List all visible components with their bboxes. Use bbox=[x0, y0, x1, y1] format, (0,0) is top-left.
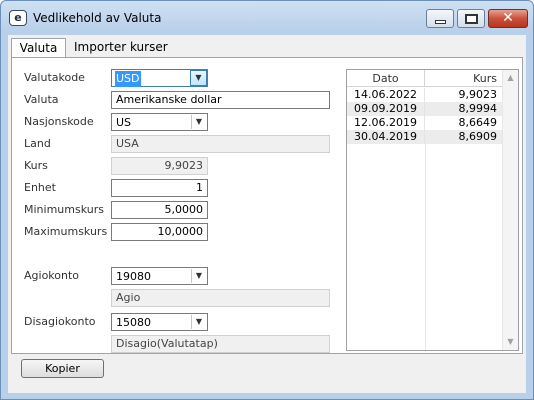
cell-kurs: 9,9023 bbox=[458, 88, 498, 101]
cell-kurs: 8,6649 bbox=[458, 116, 498, 129]
cell-kurs: 8,9994 bbox=[458, 102, 498, 115]
column-header-dato[interactable]: Dato bbox=[347, 70, 425, 87]
table-row[interactable]: 12.06.2019 8,6649 bbox=[347, 116, 502, 130]
chevron-down-icon[interactable]: ▼ bbox=[191, 115, 206, 129]
tab-valuta[interactable]: Valuta bbox=[11, 38, 66, 58]
tab-importer-kurser[interactable]: Importer kurser bbox=[68, 38, 174, 58]
minimize-icon bbox=[435, 20, 446, 24]
title-bar[interactable]: e Vedlikehold av Valuta ✕ bbox=[1, 1, 533, 33]
land-label: Land bbox=[24, 137, 51, 150]
scroll-up-icon[interactable]: ▲ bbox=[503, 70, 518, 86]
minimumskurs-label: Minimumskurs bbox=[24, 203, 104, 216]
grid-header: Dato Kurs bbox=[347, 70, 502, 87]
valutakode-value: USD bbox=[115, 71, 141, 87]
table-row[interactable]: 09.09.2019 8,9994 bbox=[347, 102, 502, 116]
disagiokonto-value: 15080 bbox=[116, 316, 151, 329]
minimize-button[interactable] bbox=[426, 9, 454, 28]
column-header-kurs[interactable]: Kurs bbox=[425, 70, 502, 87]
valutakode-combo[interactable]: USD ▼ bbox=[111, 69, 208, 87]
agiokonto-description: Agio bbox=[111, 289, 330, 307]
agiokonto-value: 19080 bbox=[116, 270, 151, 283]
cell-dato: 09.09.2019 bbox=[347, 102, 425, 116]
window-client-area: Valuta Importer kurser Valutakode USD ▼ … bbox=[8, 35, 526, 393]
disagiokonto-label: Disagiokonto bbox=[24, 315, 96, 328]
exchange-rate-grid[interactable]: Dato Kurs 14.06.2022 9,9023 09.09.2019 8… bbox=[346, 69, 519, 351]
land-field: USA bbox=[111, 135, 330, 153]
kurs-label: Kurs bbox=[24, 159, 48, 172]
currency-maintenance-window: e Vedlikehold av Valuta ✕ Valuta Importe… bbox=[0, 0, 534, 400]
chevron-down-icon[interactable]: ▼ bbox=[191, 269, 206, 283]
chevron-down-icon[interactable]: ▼ bbox=[190, 70, 207, 86]
maximize-icon bbox=[465, 14, 478, 24]
enhet-input[interactable]: 1 bbox=[111, 179, 208, 197]
nasjonskode-label: Nasjonskode bbox=[24, 115, 94, 128]
valutakode-label: Valutakode bbox=[24, 71, 85, 84]
minimumskurs-input[interactable]: 5,0000 bbox=[111, 201, 208, 219]
valuta-input[interactable]: Amerikanske dollar bbox=[111, 91, 330, 109]
kopier-button[interactable]: Kopier bbox=[21, 359, 104, 378]
cell-dato: 12.06.2019 bbox=[347, 116, 425, 130]
column-divider bbox=[425, 138, 426, 350]
agiokonto-combo[interactable]: 19080 ▼ bbox=[111, 267, 208, 285]
close-icon: ✕ bbox=[502, 10, 514, 26]
cell-dato: 30.04.2019 bbox=[347, 130, 425, 144]
app-icon: e bbox=[9, 10, 27, 26]
valuta-tab-panel: Valutakode USD ▼ Valuta Amerikanske doll… bbox=[11, 57, 523, 354]
window-title: Vedlikehold av Valuta bbox=[33, 11, 162, 25]
maximize-button[interactable] bbox=[457, 9, 485, 28]
chevron-down-icon[interactable]: ▼ bbox=[191, 315, 206, 329]
nasjonskode-value: US bbox=[116, 116, 132, 129]
nasjonskode-combo[interactable]: US ▼ bbox=[111, 113, 208, 131]
cell-kurs: 8,6909 bbox=[458, 130, 498, 143]
scroll-down-icon[interactable]: ▼ bbox=[503, 334, 518, 350]
agiokonto-label: Agiokonto bbox=[24, 269, 80, 282]
valuta-label: Valuta bbox=[24, 93, 59, 106]
grid-vertical-scrollbar[interactable]: ▲ ▼ bbox=[502, 70, 518, 350]
enhet-label: Enhet bbox=[24, 181, 56, 194]
maximumskurs-label: Maximumskurs bbox=[24, 225, 108, 238]
disagiokonto-description: Disagio(Valutatap) bbox=[111, 335, 330, 353]
maximumskurs-input[interactable]: 10,0000 bbox=[111, 223, 208, 241]
disagiokonto-combo[interactable]: 15080 ▼ bbox=[111, 313, 208, 331]
table-row[interactable]: 14.06.2022 9,9023 bbox=[347, 88, 502, 102]
cell-dato: 14.06.2022 bbox=[347, 88, 425, 102]
kurs-field: 9,9023 bbox=[111, 157, 208, 175]
close-button[interactable]: ✕ bbox=[488, 9, 528, 28]
